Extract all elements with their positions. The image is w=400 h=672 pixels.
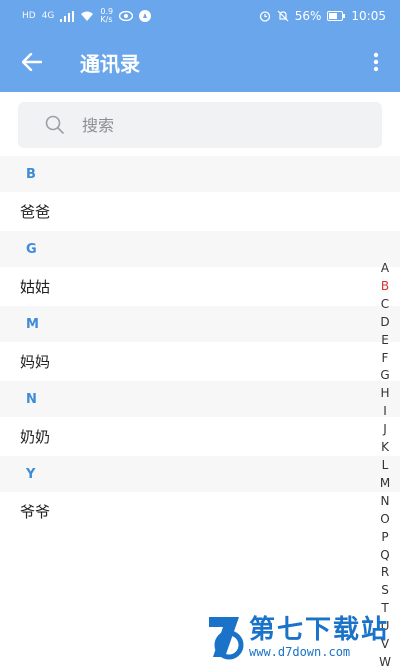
index-letter-g[interactable]: G bbox=[380, 367, 389, 385]
back-button[interactable] bbox=[0, 32, 64, 92]
index-letter-i[interactable]: I bbox=[383, 403, 387, 421]
more-options-button[interactable] bbox=[352, 32, 400, 92]
index-letter-h[interactable]: H bbox=[380, 385, 389, 403]
search-input[interactable] bbox=[80, 114, 324, 136]
mute-bell-icon bbox=[277, 10, 289, 22]
index-letter-k[interactable]: K bbox=[381, 439, 389, 457]
watermark-title: 第七下载站 bbox=[249, 615, 390, 645]
wifi-icon bbox=[81, 11, 94, 21]
eye-icon bbox=[119, 11, 134, 21]
section-header-g: G bbox=[0, 231, 400, 267]
arrow-left-icon bbox=[22, 53, 42, 71]
more-vertical-icon bbox=[373, 52, 379, 72]
contact-list: B 爸爸 G 姑姑 M 妈妈 N 奶奶 Y 爷爷 bbox=[0, 156, 400, 531]
index-letter-e[interactable]: E bbox=[381, 332, 389, 350]
index-letter-l[interactable]: L bbox=[382, 457, 389, 475]
network-type: 4G bbox=[41, 11, 55, 21]
section-header-y: Y bbox=[0, 456, 400, 492]
alarm-icon bbox=[259, 11, 270, 22]
search-area bbox=[0, 92, 400, 156]
index-letter-f[interactable]: F bbox=[382, 350, 389, 368]
index-letter-r[interactable]: R bbox=[381, 564, 389, 582]
index-letter-a[interactable]: A bbox=[381, 260, 389, 278]
contact-item[interactable]: 爷爷 bbox=[0, 492, 400, 531]
index-letter-o[interactable]: O bbox=[380, 511, 389, 529]
index-letter-c[interactable]: C bbox=[381, 296, 389, 314]
section-header-n: N bbox=[0, 381, 400, 417]
status-bar: HD 4G 0.9 K/s 56% 10:05 bbox=[0, 0, 400, 32]
app-bar: 通讯录 bbox=[0, 32, 400, 92]
contact-item[interactable]: 奶奶 bbox=[0, 417, 400, 456]
compass-icon bbox=[139, 10, 152, 22]
index-letter-d[interactable]: D bbox=[380, 314, 389, 332]
network-speed: 0.9 K/s bbox=[100, 7, 114, 24]
battery-icon bbox=[327, 11, 346, 21]
hd-indicator: HD bbox=[22, 11, 36, 21]
section-header-b: B bbox=[0, 156, 400, 192]
page-title: 通讯录 bbox=[80, 51, 140, 76]
index-letter-s[interactable]: S bbox=[381, 582, 389, 600]
watermark-logo-icon bbox=[209, 617, 244, 660]
index-letter-n[interactable]: N bbox=[381, 493, 390, 511]
watermark-text-block: 第七下载站 www.d7down.com bbox=[249, 615, 389, 659]
index-letter-q[interactable]: Q bbox=[380, 547, 389, 565]
index-letter-m[interactable]: M bbox=[380, 475, 390, 493]
watermark-url: www.d7down.com bbox=[249, 645, 351, 659]
signal-icon bbox=[60, 10, 75, 22]
index-letter-p[interactable]: P bbox=[381, 529, 388, 547]
search-icon bbox=[45, 115, 64, 134]
index-letter-b[interactable]: B bbox=[381, 278, 389, 296]
clock-time: 10:05 bbox=[351, 9, 386, 23]
section-header-m: M bbox=[0, 306, 400, 342]
battery-percent: 56% bbox=[294, 9, 322, 23]
contact-item[interactable]: 妈妈 bbox=[0, 342, 400, 381]
index-letter-j[interactable]: J bbox=[383, 421, 387, 439]
contact-item[interactable]: 姑姑 bbox=[0, 267, 400, 306]
contact-item[interactable]: 爸爸 bbox=[0, 192, 400, 231]
watermark: 第七下载站 www.d7down.com bbox=[205, 608, 395, 666]
search-box[interactable] bbox=[18, 102, 382, 148]
